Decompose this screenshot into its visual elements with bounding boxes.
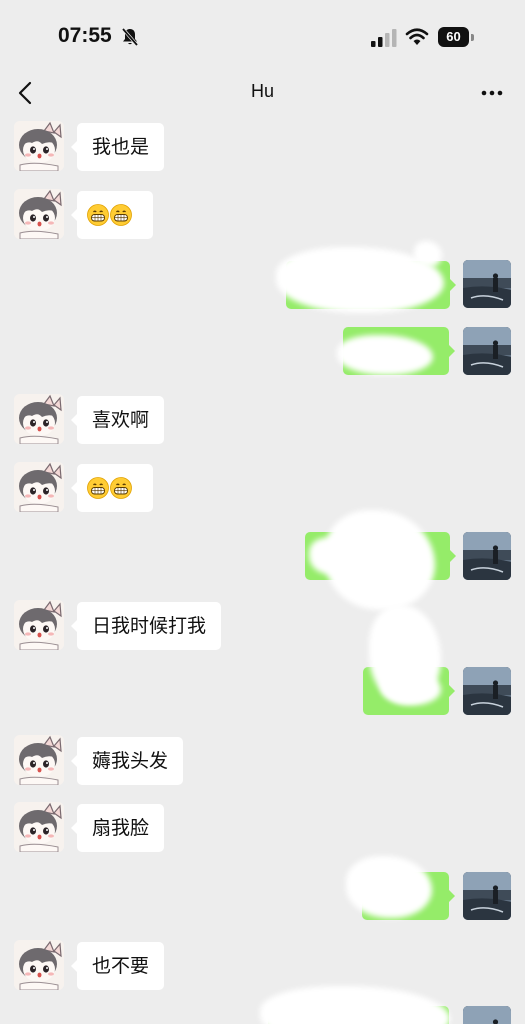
grinning-face-emoji [87,477,109,499]
chat-screen: 07:55 60 Hu 我也是 喜欢啊 日我时候打我 薅我头发 扇我脸 也不要 [0,0,525,1024]
grinning-face-emoji [110,477,132,499]
avatar[interactable] [14,189,64,239]
message-bubble[interactable] [346,856,455,920]
battery-tip [471,34,474,41]
message-bubble[interactable] [71,464,153,512]
message-bubble[interactable]: 我也是 [70,123,165,171]
avatar[interactable] [14,600,64,650]
battery-level: 60 [438,27,469,47]
chat-title: Hu [250,81,274,101]
avatar[interactable] [463,667,511,715]
message-bubble[interactable] [71,191,153,239]
status-time: 07:55 [58,24,112,47]
message-bubble[interactable]: 也不要 [70,942,165,990]
message-bubble[interactable] [260,986,450,1024]
chat-header: Hu [0,70,525,116]
redaction-overlay [414,241,442,267]
avatar[interactable] [14,462,64,512]
message-bubble[interactable]: 扇我脸 [70,804,165,852]
avatar[interactable] [463,872,511,920]
battery-icon: 60 [438,27,474,47]
avatar[interactable] [463,327,511,375]
message-bubble[interactable] [337,327,455,375]
signal-icon [371,29,397,47]
avatar[interactable] [463,1006,511,1024]
grinning-face-emoji [110,204,132,226]
redaction-overlay [337,335,433,375]
redaction-overlay [260,986,450,1024]
wifi-icon [405,28,429,45]
avatar[interactable] [463,532,511,580]
more-dots-icon[interactable] [480,82,504,104]
avatar[interactable] [14,940,64,990]
message-bubble[interactable]: 日我时候打我 [70,602,222,650]
message-bubble[interactable] [305,510,456,610]
message-bubble[interactable]: 喜欢啊 [70,396,165,444]
message-bubble[interactable] [363,605,455,715]
message-list[interactable]: 我也是 喜欢啊 日我时候打我 薅我头发 扇我脸 也不要 [0,116,525,1024]
avatar[interactable] [463,260,511,308]
avatar[interactable] [14,735,64,785]
grinning-face-emoji [87,204,109,226]
redaction-overlay [309,538,349,574]
message-bubble[interactable]: 薅我头发 [70,737,184,785]
redaction-overlay [346,856,432,918]
redaction-overlay [381,671,441,705]
message-bubble[interactable] [276,241,456,313]
avatar[interactable] [14,802,64,852]
avatar[interactable] [14,394,64,444]
avatar[interactable] [14,121,64,171]
status-bar: 07:55 60 [0,0,525,70]
bell-slash-icon [121,27,139,47]
